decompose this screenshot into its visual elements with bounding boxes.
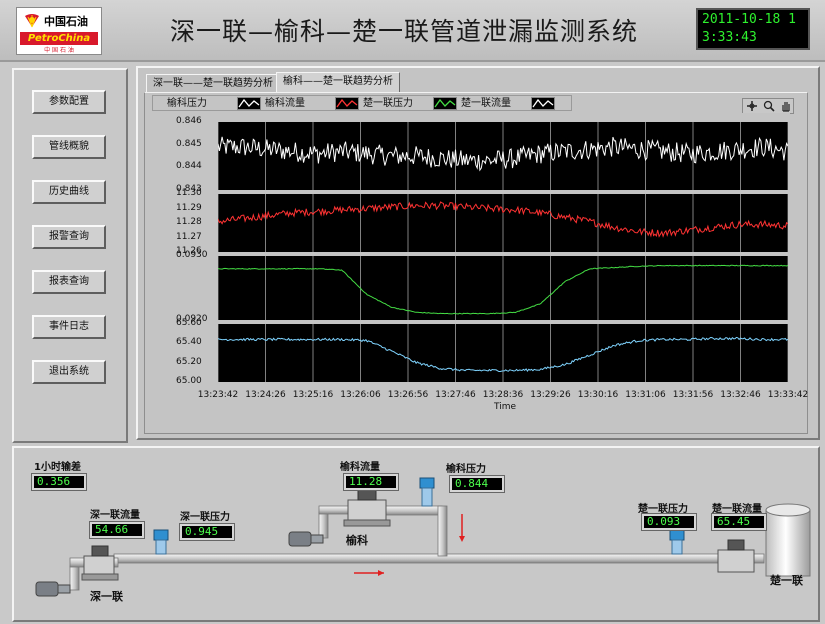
header-bar: 中国石油 PetroChina 中 国 石 油 深一联—榆科—楚一联管道泄漏监测… xyxy=(0,0,825,62)
tab-yuke-chu-trend[interactable]: 榆科——楚一联趋势分析 xyxy=(276,72,400,94)
station-shen-label: 深一联 xyxy=(90,590,123,603)
shen-flow-readout: 54.66 xyxy=(89,521,145,539)
pipeline-schematic: 1小时输差 0.356 深一联流量 54.66 深一联压力 0.945 榆科流量… xyxy=(12,446,820,622)
magnifier-icon[interactable] xyxy=(762,100,776,113)
chu-flow-label: 楚一联流量 xyxy=(712,504,762,515)
x-tick-label: 13:31:06 xyxy=(625,390,666,400)
x-tick-label: 13:27:46 xyxy=(435,390,476,400)
x-tick-label: 13:33:42 xyxy=(767,390,809,400)
legend-label-chu-pressure: 楚一联压力 xyxy=(363,98,413,109)
legend-label-chu-flow: 楚一联流量 xyxy=(461,98,511,109)
strip-chu-pressure[interactable] xyxy=(218,256,788,320)
y-tick-label: 65.60 xyxy=(176,318,202,328)
x-tick-label: 13:30:16 xyxy=(577,390,619,400)
strip-chu-flow-plot xyxy=(218,324,788,382)
shen-pressure-readout: 0.945 xyxy=(179,523,235,541)
legend-swatch-chu-flow[interactable] xyxy=(531,97,555,110)
legend-swatch-yuke-pressure[interactable] xyxy=(237,97,261,110)
x-tick-label: 13:26:56 xyxy=(387,390,429,400)
y-tick-label: 11.30 xyxy=(176,188,202,198)
nav-button-overview[interactable]: 管线概貌 xyxy=(32,135,106,159)
x-axis-label: Time xyxy=(493,402,517,412)
tab-shen-chu-trend[interactable]: 深一联——楚一联趋势分析 xyxy=(146,74,280,94)
shen-flow-label: 深一联流量 xyxy=(90,510,140,521)
nav-button-params[interactable]: 参数配置 xyxy=(32,90,106,114)
petrochina-logo: 中国石油 PetroChina 中 国 石 油 xyxy=(16,7,102,55)
y-tick-label: 0.844 xyxy=(176,161,202,172)
y-tick-label: 0.0930 xyxy=(176,250,208,260)
x-tick-label: 13:28:36 xyxy=(482,390,524,400)
hand-icon[interactable] xyxy=(779,100,793,113)
petrochina-emblem-icon xyxy=(25,14,39,28)
y-tick-label: 11.29 xyxy=(176,202,202,213)
strip-yuke-flow[interactable] xyxy=(218,194,788,252)
strip-yuke-pressure[interactable] xyxy=(218,122,788,190)
logo-english-text: PetroChina xyxy=(20,32,98,45)
yuke-flow-readout: 11.28 xyxy=(343,473,399,491)
legend-label-yuke-flow: 榆科流量 xyxy=(265,98,305,109)
logo-chinese-small-text: 中 国 石 油 xyxy=(44,47,74,54)
x-tick-label: 13:25:16 xyxy=(292,390,334,400)
strip-yuke-pressure-plot xyxy=(218,122,788,190)
nav-button-history[interactable]: 历史曲线 xyxy=(32,180,106,204)
strip-chu-pressure-plot xyxy=(218,256,788,320)
y-tick-label: 11.28 xyxy=(176,217,202,227)
yuke-pressure-readout: 0.844 xyxy=(449,475,505,493)
legend-label-yuke-pressure: 榆科压力 xyxy=(167,98,207,109)
station-yuke-label: 榆科 xyxy=(346,534,368,547)
logo-chinese-text: 中国石油 xyxy=(44,15,88,28)
nav-button-reports[interactable]: 报表查询 xyxy=(32,270,106,294)
x-tick-label: 13:24:26 xyxy=(245,390,286,400)
diff-label: 1小时输差 xyxy=(34,462,81,473)
app-title: 深一联—榆科—楚一联管道泄漏监测系统 xyxy=(169,17,638,46)
y-tick-label: 65.20 xyxy=(176,356,202,367)
nav-button-exit[interactable]: 退出系统 xyxy=(32,360,106,384)
x-tick-label: 13:23:42 xyxy=(197,390,239,400)
strip-chu-flow[interactable] xyxy=(218,324,788,382)
chart-legend: 榆科压力 榆科流量 楚一联压力 楚一联流量 xyxy=(152,95,572,111)
yuke-flow-label: 榆科流量 xyxy=(340,462,380,473)
nav-button-events[interactable]: 事件日志 xyxy=(32,315,106,339)
chu-pressure-readout: 0.093 xyxy=(641,513,697,531)
y-tick-label: 11.27 xyxy=(176,231,202,242)
datetime-display: 2011-10-18 13:33:43 xyxy=(696,8,810,50)
x-tick-label: 13:29:26 xyxy=(530,390,571,400)
graph-toolbar xyxy=(742,98,794,114)
plus-cross-icon[interactable] xyxy=(745,100,759,113)
x-tick-label: 13:32:46 xyxy=(720,390,761,400)
x-tick-label: 13:31:56 xyxy=(672,390,714,400)
legend-swatch-yuke-flow[interactable] xyxy=(335,97,359,110)
station-chu-label: 楚一联 xyxy=(770,574,803,587)
y-tick-label: 0.846 xyxy=(176,116,202,126)
diff-readout: 0.356 xyxy=(31,473,87,491)
chu-flow-readout: 65.45 xyxy=(711,513,767,531)
nav-panel: 参数配置 管线概貌 历史曲线 报警查询 报表查询 事件日志 退出系统 xyxy=(12,68,128,443)
x-tick-label: 13:26:06 xyxy=(340,390,381,400)
nav-button-alarms[interactable]: 报警查询 xyxy=(32,225,106,249)
y-tick-label: 0.845 xyxy=(176,138,202,149)
strip-yuke-flow-plot xyxy=(218,194,788,252)
yuke-pressure-label: 榆科压力 xyxy=(446,464,486,475)
y-tick-label: 65.00 xyxy=(176,376,202,386)
chu-pressure-label: 楚一联压力 xyxy=(638,504,688,515)
y-tick-label: 65.40 xyxy=(176,337,202,348)
shen-pressure-label: 深一联压力 xyxy=(180,512,230,523)
legend-swatch-chu-pressure[interactable] xyxy=(433,97,457,110)
